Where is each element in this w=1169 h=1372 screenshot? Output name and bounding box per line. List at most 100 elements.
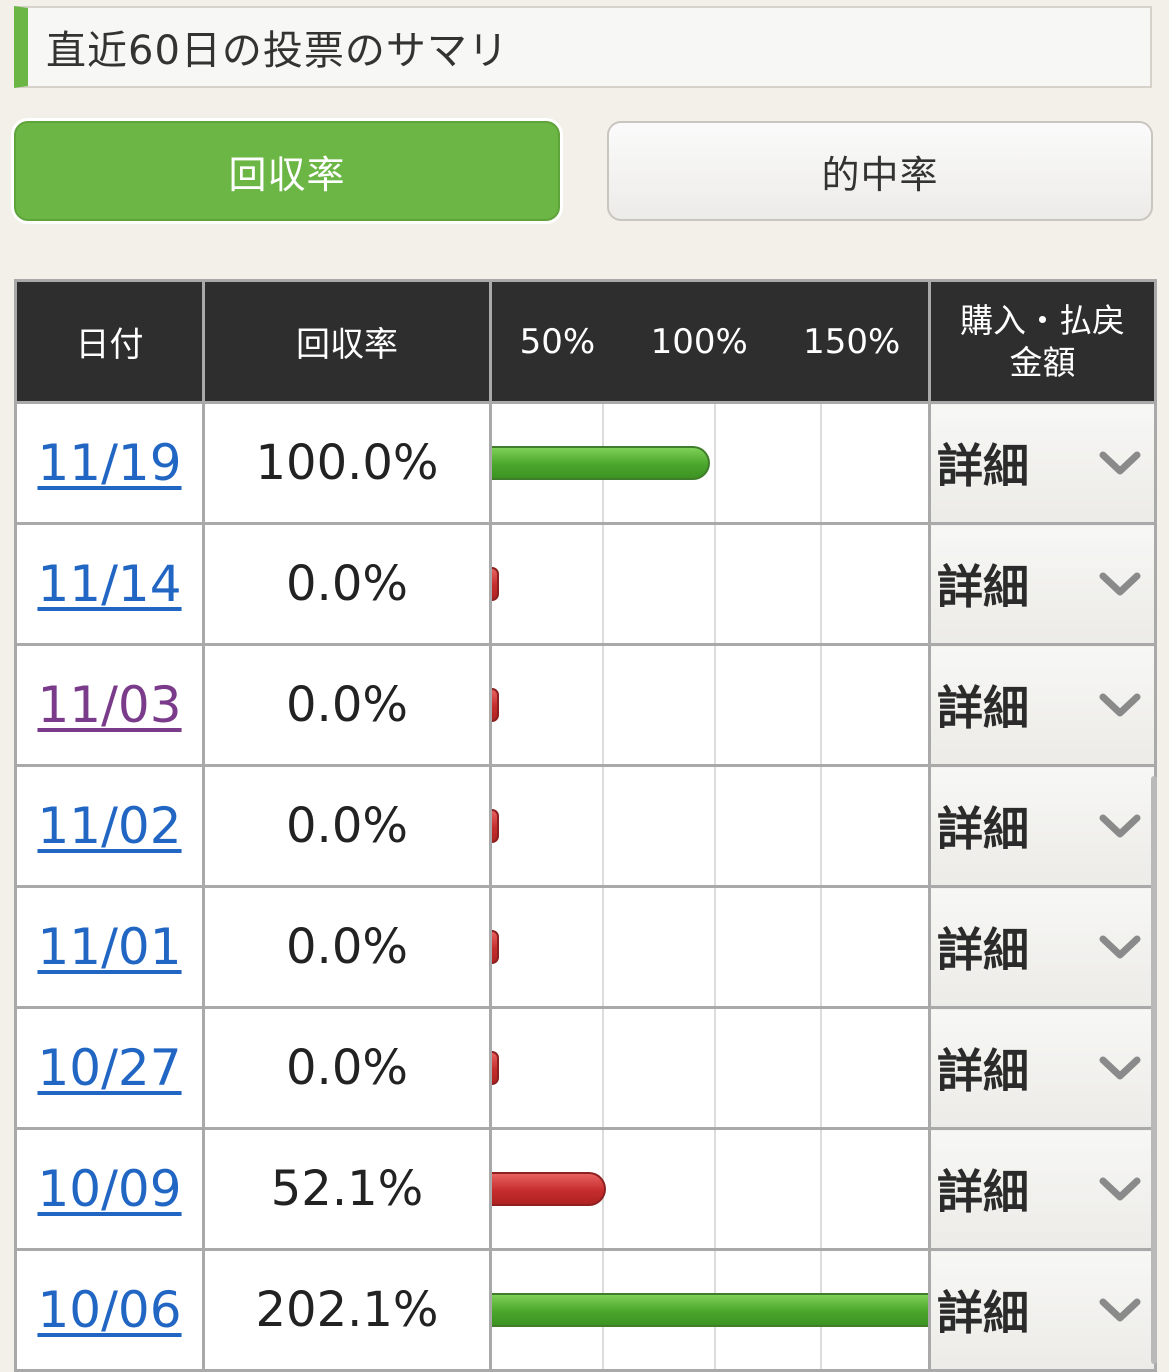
recovery-rate-value: 0.0% [202,522,492,646]
gridline-50 [602,767,604,885]
detail-toggle[interactable]: 詳細 [928,401,1157,525]
section-title: 直近60日の投票のサマリ [46,28,509,74]
chevron-down-icon [1099,935,1141,959]
detail-toggle[interactable]: 詳細 [928,522,1157,646]
detail-label: 詳細 [937,681,1029,735]
table-row: 10/06 202.1% 詳細 [14,1248,1157,1372]
rate-bar [492,688,499,722]
gridline-50 [602,1009,604,1127]
detail-label: 詳細 [937,1044,1029,1098]
date-cell: 11/19 [14,401,205,525]
rate-bar-cell [489,401,931,525]
column-header-amount-line2: 金額 [1009,342,1076,382]
column-header-scale: 50% 100% 150% [489,279,931,404]
gridline-150 [820,767,822,885]
date-cell: 10/06 [14,1248,205,1372]
recovery-rate-value: 52.1% [202,1127,492,1251]
chevron-down-icon [1099,1298,1141,1322]
table-header-row: 日付 回収率 50% 100% 150% 購入・払戻 金額 [14,279,1157,404]
rate-bar [492,446,710,480]
tab-hit-rate[interactable]: 的中率 [607,121,1153,221]
rate-bar-area [492,646,928,764]
table-row: 11/03 0.0% 詳細 [14,643,1157,767]
rate-bar [492,1293,928,1327]
tab-recovery-rate[interactable]: 回収率 [14,121,560,221]
gridline-150 [820,646,822,764]
gridline-100 [714,767,716,885]
date-cell: 11/03 [14,643,205,767]
date-link[interactable]: 11/14 [37,555,181,613]
column-header-date: 日付 [14,279,205,404]
gridline-150 [820,525,822,643]
detail-toggle[interactable]: 詳細 [928,764,1157,888]
table-row: 11/19 100.0% 詳細 [14,401,1157,525]
detail-label: 詳細 [937,923,1029,977]
detail-label: 詳細 [937,802,1029,856]
gridline-150 [820,888,822,1006]
date-cell: 11/02 [14,764,205,888]
gridline-50 [602,888,604,1006]
gridline-100 [714,646,716,764]
detail-label: 詳細 [937,560,1029,614]
recovery-rate-value: 0.0% [202,764,492,888]
date-cell: 10/27 [14,1006,205,1130]
detail-toggle[interactable]: 詳細 [928,643,1157,767]
date-link[interactable]: 10/27 [37,1039,181,1097]
rate-bar-area [492,888,928,1006]
gridline-50 [602,525,604,643]
rate-bar-area [492,1009,928,1127]
scale-label-150: 150% [803,321,901,362]
detail-label: 詳細 [937,1165,1029,1219]
date-link[interactable]: 11/03 [37,676,181,734]
chevron-down-icon [1099,693,1141,717]
gridline-100 [714,888,716,1006]
rate-bar-area [492,525,928,643]
rate-bar [492,809,499,843]
rate-bar-cell [489,885,931,1009]
rate-bar-cell [489,522,931,646]
date-cell: 11/01 [14,885,205,1009]
scrollbar[interactable] [1151,776,1157,1364]
recovery-rate-value: 0.0% [202,885,492,1009]
section-header: 直近60日の投票のサマリ [14,6,1152,88]
rate-bar-cell [489,1248,931,1372]
column-header-amount: 購入・払戻 金額 [928,279,1157,404]
chevron-down-icon [1099,451,1141,475]
gridline-100 [714,525,716,643]
scale-label-50: 50% [519,321,596,362]
date-link[interactable]: 10/09 [37,1160,181,1218]
table-row: 11/14 0.0% 詳細 [14,522,1157,646]
detail-toggle[interactable]: 詳細 [928,1248,1157,1372]
recovery-rate-value: 202.1% [202,1248,492,1372]
rate-bar-area [492,404,928,522]
gridline-100 [714,1009,716,1127]
date-link[interactable]: 11/19 [37,434,181,492]
chevron-down-icon [1099,814,1141,838]
table-row: 10/27 0.0% 詳細 [14,1006,1157,1130]
date-link[interactable]: 11/02 [37,797,181,855]
rate-bar [492,567,499,601]
detail-toggle[interactable]: 詳細 [928,1006,1157,1130]
detail-toggle[interactable]: 詳細 [928,1127,1157,1251]
detail-toggle[interactable]: 詳細 [928,885,1157,1009]
rate-bar-cell [489,643,931,767]
column-header-amount-line1: 購入・払戻 [960,300,1125,340]
recovery-rate-value: 0.0% [202,1006,492,1130]
gridline-150 [820,1009,822,1127]
table-row: 11/02 0.0% 詳細 [14,764,1157,888]
rate-bar-area [492,1130,928,1248]
rate-bar [492,1172,606,1206]
table-row: 10/09 52.1% 詳細 [14,1127,1157,1251]
rate-bar [492,1051,499,1085]
gridline-50 [602,646,604,764]
column-header-rate: 回収率 [202,279,492,404]
rate-bar-cell [489,1006,931,1130]
gridline-100 [714,404,716,522]
date-link[interactable]: 10/06 [37,1281,181,1339]
scale-label-100: 100% [650,321,748,362]
detail-label: 詳細 [937,439,1029,493]
recovery-rate-value: 0.0% [202,643,492,767]
chevron-down-icon [1099,572,1141,596]
date-link[interactable]: 11/01 [37,918,181,976]
rate-bar-cell [489,1127,931,1251]
